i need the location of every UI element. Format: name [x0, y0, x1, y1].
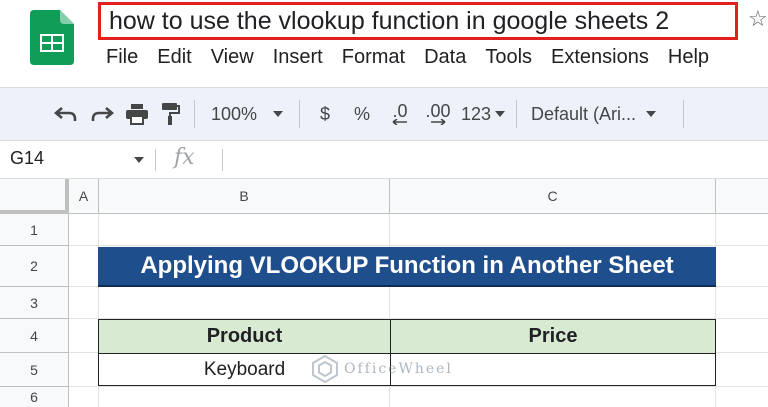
arrow-right-icon: [431, 119, 446, 125]
menu-extensions[interactable]: Extensions: [551, 46, 649, 72]
menu-insert[interactable]: Insert: [273, 46, 323, 72]
menu-data[interactable]: Data: [424, 46, 466, 72]
font-name: Default (Ari...: [531, 103, 637, 124]
currency-label: $: [319, 103, 330, 124]
row-header-1[interactable]: 1: [0, 214, 69, 246]
chevron-down-icon: [646, 111, 657, 117]
row-header-4[interactable]: 4: [0, 319, 69, 353]
print-icon[interactable]: [120, 88, 154, 140]
table-cell-price[interactable]: [390, 353, 716, 386]
chevron-down-icon: [495, 111, 506, 117]
decrease-decimal-button[interactable]: .0: [382, 88, 418, 140]
title-bar: how to use the vlookup function in googl…: [0, 0, 768, 86]
zoom-value: 100%: [210, 103, 258, 124]
table-header-price[interactable]: Price: [390, 319, 716, 354]
sheet-title-banner[interactable]: Applying VLOOKUP Function in Another She…: [98, 247, 716, 287]
increase-decimal-button[interactable]: .00: [418, 88, 458, 140]
column-header-b[interactable]: B: [99, 179, 390, 214]
toolbar-divider: [299, 100, 300, 128]
formula-bar: G14 fx: [0, 141, 768, 179]
toolbar-divider: [683, 100, 684, 128]
decrease-decimal-label: .0: [392, 101, 408, 121]
google-sheets-logo-icon[interactable]: [30, 10, 74, 65]
spreadsheet-grid[interactable]: A B C 1 2 3 4 5 6 Applying VLOOKUP Funct…: [0, 179, 768, 407]
toolbar-divider: [516, 100, 517, 128]
table-header-product[interactable]: Product: [98, 319, 391, 354]
column-header-d[interactable]: [716, 179, 768, 214]
percent-format-button[interactable]: %: [342, 88, 382, 140]
row-header-5[interactable]: 5: [0, 353, 69, 387]
percent-label: %: [353, 103, 370, 124]
number-format-label: 123: [460, 103, 492, 124]
currency-format-button[interactable]: $: [308, 88, 342, 140]
fx-icon: fx: [174, 145, 195, 170]
row-header-2[interactable]: 2: [0, 246, 69, 287]
menu-bar: File Edit View Insert Format Data Tools …: [106, 46, 728, 72]
increase-decimal-label: .00: [425, 101, 451, 121]
gridline: [69, 245, 768, 246]
column-header-c[interactable]: C: [390, 179, 716, 214]
menu-view[interactable]: View: [211, 46, 254, 72]
arrow-left-icon: [392, 119, 407, 125]
column-header-a[interactable]: A: [69, 179, 99, 214]
gridline: [69, 386, 768, 387]
chevron-down-icon[interactable]: [134, 157, 144, 163]
row-header-6[interactable]: 6: [0, 387, 69, 407]
undo-icon[interactable]: [48, 88, 84, 140]
menu-edit[interactable]: Edit: [157, 46, 191, 72]
chevron-down-icon: [273, 111, 284, 117]
select-all-corner[interactable]: [0, 179, 69, 214]
row-header-3[interactable]: 3: [0, 287, 69, 319]
redo-icon[interactable]: [84, 88, 120, 140]
menu-format[interactable]: Format: [342, 46, 405, 72]
star-icon[interactable]: ☆: [748, 6, 768, 32]
menu-help[interactable]: Help: [668, 46, 709, 72]
name-box[interactable]: G14: [10, 148, 44, 169]
paint-format-icon[interactable]: [154, 88, 186, 140]
divider: [155, 149, 156, 171]
zoom-select[interactable]: 100%: [203, 88, 291, 140]
toolbar: 100% $ % .0 .00 123 Default (Ari...: [0, 87, 768, 141]
font-select[interactable]: Default (Ari...: [525, 88, 675, 140]
toolbar-divider: [194, 100, 195, 128]
menu-file[interactable]: File: [106, 46, 138, 72]
number-format-select[interactable]: 123: [458, 88, 508, 140]
table-cell-product[interactable]: Keyboard: [98, 353, 391, 386]
document-title[interactable]: how to use the vlookup function in googl…: [98, 2, 738, 40]
menu-tools[interactable]: Tools: [485, 46, 532, 72]
divider: [222, 149, 223, 171]
